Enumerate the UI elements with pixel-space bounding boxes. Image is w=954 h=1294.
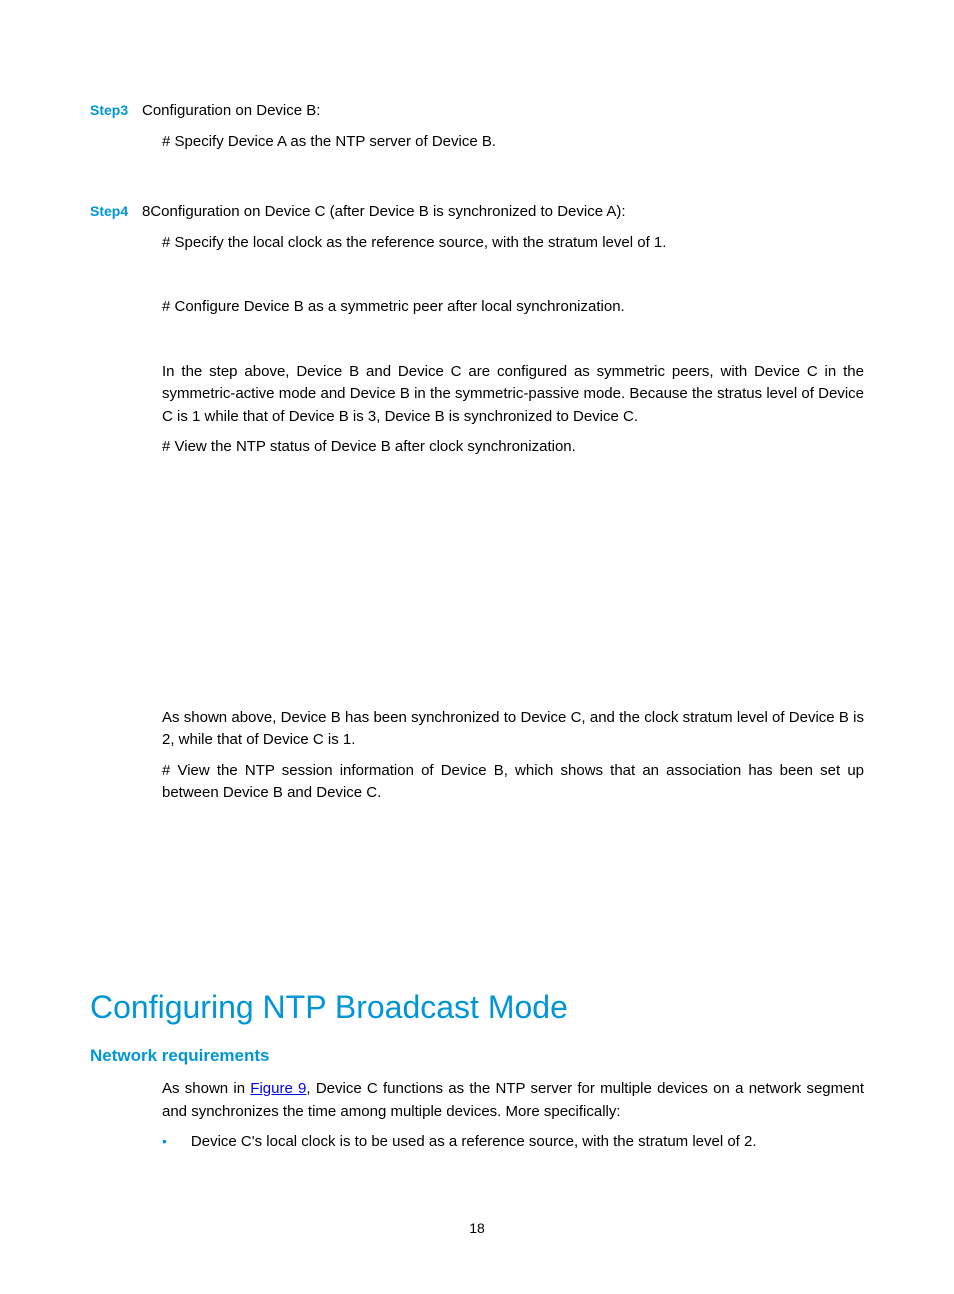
step3-header: Step3 Configuration on Device B:: [90, 100, 864, 123]
section-intro: As shown in Figure 9, Device C functions…: [162, 1078, 864, 1123]
step3-block: Step3 Configuration on Device B: # Speci…: [90, 100, 864, 153]
step4-text3: In the step above, Device B and Device C…: [162, 361, 864, 429]
step4-text4: # View the NTP status of Device B after …: [162, 436, 864, 459]
page-content: Step3 Configuration on Device B: # Speci…: [0, 0, 954, 1154]
step4-text5: As shown above, Device B has been synchr…: [162, 707, 864, 752]
step3-label: Step3: [90, 100, 142, 121]
step4-label: Step4: [90, 201, 142, 222]
step4-header: Step4 8Configuration on Device C (after …: [90, 201, 864, 224]
step4-text1: # Specify the local clock as the referen…: [162, 232, 864, 255]
step4-title: 8Configuration on Device C (after Device…: [142, 201, 626, 224]
bullet-icon: •: [162, 1131, 167, 1154]
section-subheading: Network requirements: [90, 1043, 864, 1069]
bullet-item-1: • Device C's local clock is to be used a…: [162, 1131, 864, 1154]
intro-prefix: As shown in: [162, 1080, 250, 1097]
step3-text1: # Specify Device A as the NTP server of …: [162, 131, 864, 154]
figure-9-link[interactable]: Figure 9: [250, 1080, 306, 1097]
spacer: [90, 853, 864, 963]
step4-text2: # Configure Device B as a symmetric peer…: [162, 296, 864, 319]
bullet-text-1: Device C's local clock is to be used as …: [191, 1131, 757, 1154]
step4-text6: # View the NTP session information of De…: [162, 760, 864, 805]
page-number: 18: [0, 1218, 954, 1239]
spacer: [90, 467, 864, 707]
step3-title: Configuration on Device B:: [142, 100, 320, 123]
step4-block: Step4 8Configuration on Device C (after …: [90, 201, 864, 805]
section-heading: Configuring NTP Broadcast Mode: [90, 983, 864, 1031]
